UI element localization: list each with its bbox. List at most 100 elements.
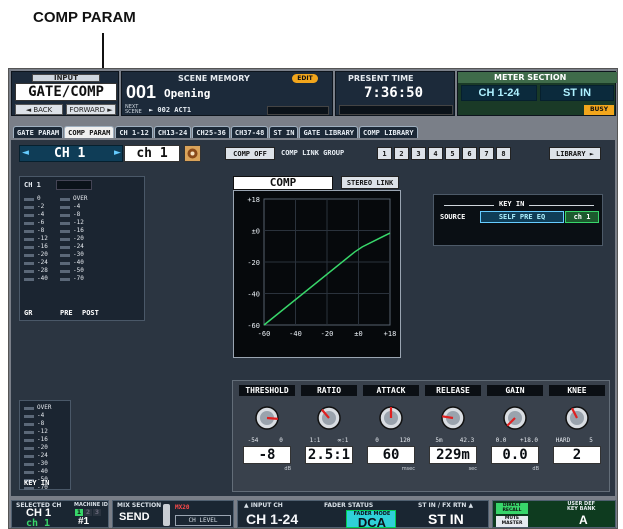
meter-tick: -20 — [60, 235, 96, 243]
tab-st-in[interactable]: ST IN — [269, 126, 299, 138]
forward-button[interactable]: FORWARD ► — [66, 104, 116, 115]
user-key-area: DIRECT RECALL MUTE MASTER USER DEF KEY B… — [492, 500, 616, 528]
param-min: 0.0 — [495, 437, 507, 444]
scene-memory-area[interactable]: SCENE MEMORY EDIT 001 Opening NEXT SCENE… — [121, 71, 333, 116]
x-tick-label: -20 — [321, 330, 334, 338]
meter-segment — [24, 213, 34, 217]
param-min: -54 — [247, 437, 259, 444]
machine-id[interactable]: 3 — [93, 509, 101, 516]
machine-id[interactable]: 2 — [84, 509, 92, 516]
gain-knob[interactable] — [500, 403, 530, 433]
fader-mode-box[interactable]: FADER MODE DCA — [346, 510, 396, 528]
ch-prev-icon[interactable]: ◄ — [22, 148, 29, 158]
back-button[interactable]: ◄ BACK — [15, 104, 63, 115]
link-group-button[interactable]: 1 — [377, 147, 392, 160]
selected-ch-area[interactable]: SELECTED CH CH 1 ch 1 MACHINE ID 123 #1 — [11, 500, 109, 528]
channel-icon[interactable] — [184, 145, 201, 162]
meter-tick-label: -2 — [37, 203, 45, 210]
x-tick-label: ±0 — [354, 330, 362, 338]
meter-tick: -8 — [60, 211, 96, 219]
mute-master-button[interactable]: MUTE MASTER — [496, 516, 528, 527]
input-ch-label: ▲ INPUT CH — [244, 502, 283, 509]
meter-tick-label: -40 — [73, 259, 84, 266]
tab-gate-param[interactable]: GATE PARAM — [13, 126, 64, 138]
ch-level-button[interactable]: CH LEVEL — [175, 515, 231, 526]
library-button[interactable]: LIBRARY ► — [549, 147, 601, 160]
meter-tick-label: -24 — [37, 452, 48, 459]
meter-tick: -30 — [24, 460, 66, 468]
key-bank-value[interactable]: A — [579, 513, 588, 527]
meter-segment — [24, 229, 34, 233]
comp-curve-svg: +18 ±0 -20 -40 -60-60 -40 -20 ±0 +18 — [247, 196, 396, 338]
meter-segment — [60, 277, 70, 281]
machine-id[interactable]: 1 — [75, 509, 83, 516]
ratio-knob[interactable] — [314, 403, 344, 433]
param-unit: sec — [468, 466, 477, 472]
link-group-button[interactable]: 4 — [428, 147, 443, 160]
param-min: 0 — [375, 437, 379, 444]
present-time-label: PRESENT TIME — [348, 74, 414, 83]
tab-ch37-48[interactable]: CH37-48 — [230, 126, 269, 138]
level-meters: CH 1 0 -2 -4 -6 -8 -12 -16 -20 -24 -28 -40 OVER -4-… — [19, 176, 145, 321]
stin-label: ST IN / FX RTN ▲ — [418, 502, 474, 509]
threshold-knob[interactable] — [252, 403, 282, 433]
link-group-button[interactable]: 5 — [445, 147, 460, 160]
meter-segment — [24, 277, 34, 281]
meter-segment — [60, 237, 70, 241]
tab-ch25-36[interactable]: CH25-36 — [192, 126, 230, 138]
tab-ch-1-12[interactable]: CH 1-12 — [115, 126, 153, 138]
selected-name: ch 1 — [26, 518, 51, 529]
tab-comp-library[interactable]: COMP LIBRARY — [359, 126, 418, 138]
attack-knob[interactable] — [376, 403, 406, 433]
knee-knob[interactable] — [562, 403, 592, 433]
comp-off-button[interactable]: COMP OFF — [225, 147, 275, 160]
channel-name[interactable]: ch 1 — [124, 145, 180, 162]
meter-segment — [24, 454, 34, 458]
input-ch-value[interactable]: CH 1-24 — [246, 511, 298, 527]
mix-section-label: MIX SECTION — [117, 502, 162, 509]
link-group-button[interactable]: 8 — [496, 147, 511, 160]
comp-curve-graph: +18 ±0 -20 -40 -60 -60 -40 -20 ±0 +18 — [233, 190, 401, 358]
direct-recall-button[interactable]: DIRECT RECALL — [496, 503, 528, 514]
pre-label: PRE — [60, 309, 73, 317]
param-value[interactable]: 229m — [429, 446, 477, 464]
link-group-button[interactable]: 2 — [394, 147, 409, 160]
param-value[interactable]: 2 — [553, 446, 601, 464]
param-value[interactable]: -8 — [243, 446, 291, 464]
busy-indicator: BUSY — [584, 105, 614, 115]
comp-parameters: THRESHOLD -54 0 -8 dB RATIO 1:1 ∞:1 2.5:1 ATTACK 0… — [232, 380, 610, 492]
param-value[interactable]: 2.5:1 — [305, 446, 353, 464]
channel-id-display[interactable]: ◄ CH 1 ► — [19, 145, 123, 162]
meter-tick-label: -4 — [37, 211, 45, 218]
source-select[interactable]: SELF PRE EQ — [480, 211, 564, 223]
mix-section-area[interactable]: MIX SECTION SEND MX20 CH LEVEL — [112, 500, 234, 528]
meter-b-display[interactable]: ST IN — [540, 85, 614, 101]
param-unit: dB — [532, 466, 539, 472]
meter-tick-label: -28 — [37, 267, 48, 274]
release-knob[interactable] — [438, 403, 468, 433]
y-tick-label: ±0 — [252, 228, 260, 236]
param-value[interactable]: 60 — [367, 446, 415, 464]
y-tick-label: +18 — [247, 196, 260, 204]
meter-tick-label: 0 — [37, 195, 41, 202]
ch-next-icon[interactable]: ► — [114, 148, 121, 158]
x-tick-label: -60 — [258, 330, 271, 338]
source-channel[interactable]: ch 1 — [565, 211, 599, 223]
param-value[interactable]: 0.0 — [491, 446, 539, 464]
stereo-link-button[interactable]: STEREO LINK — [341, 176, 399, 189]
param-max: 42.3 — [459, 437, 475, 444]
link-group-button[interactable]: 7 — [479, 147, 494, 160]
tab-comp-param[interactable]: COMP PARAM — [64, 126, 115, 138]
link-group-button[interactable]: 6 — [462, 147, 477, 160]
meter-a-display[interactable]: CH 1-24 — [461, 85, 537, 101]
meter-tick: -70 — [60, 275, 96, 283]
machine-number: #1 — [78, 516, 90, 527]
meter-tick: -24 — [60, 243, 96, 251]
next-scene: ► 002 ACT1 — [149, 106, 192, 114]
tab-gate-library[interactable]: GATE LIBRARY — [299, 126, 359, 138]
meter-tick-label: -12 — [73, 219, 84, 226]
stin-value[interactable]: ST IN — [428, 511, 464, 527]
tab-ch13-24[interactable]: CH13-24 — [153, 126, 192, 138]
link-group-button[interactable]: 3 — [411, 147, 426, 160]
meter-tick-label: -20 — [73, 235, 84, 242]
